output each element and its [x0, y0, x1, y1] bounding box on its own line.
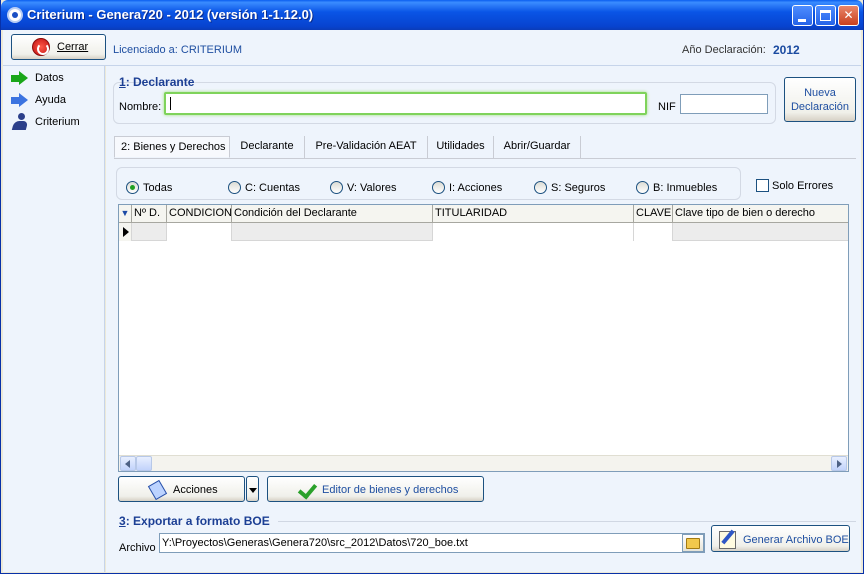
grid-cell[interactable] — [132, 223, 167, 241]
radio-dot — [228, 181, 241, 194]
editor-bienes-button[interactable]: Editor de bienes y derechos — [267, 476, 484, 502]
nombre-label: Nombre: — [119, 101, 162, 113]
top-strip: Cerrar Licenciado a: CRITERIUM Año Decla… — [3, 30, 861, 66]
column-header[interactable]: CONDICION — [167, 205, 232, 223]
close-window-button[interactable]: ✕ — [838, 5, 859, 26]
nombre-input[interactable] — [164, 92, 647, 115]
text-caret — [170, 97, 171, 110]
nueva-declaracion-button[interactable]: Nueva Declaración — [784, 77, 856, 122]
sidebar-item-label: Criterium — [35, 116, 80, 128]
main-panel: 1: Declarante Nombre: NIF Nueva Declarac… — [106, 66, 861, 572]
person-icon — [10, 113, 30, 131]
grid-cell[interactable] — [634, 223, 673, 241]
column-header[interactable]: Nº D. — [132, 205, 167, 223]
archivo-label: Archivo — [119, 542, 156, 554]
minimize-button[interactable] — [792, 5, 813, 26]
radio-dot — [126, 181, 139, 194]
tab-declarante[interactable]: Declarante — [230, 136, 305, 158]
scroll-left-button[interactable] — [120, 456, 136, 471]
acciones-button[interactable]: Acciones — [118, 476, 245, 502]
radio-dot — [330, 181, 343, 194]
nif-label: NIF — [658, 101, 676, 113]
sidebar-item-datos[interactable]: Datos — [9, 69, 105, 87]
export-divider — [278, 521, 856, 522]
cerrar-button[interactable]: Cerrar — [11, 34, 106, 60]
archivo-input[interactable]: Y:\Proyectos\Generas\Genera720\src_2012\… — [159, 533, 705, 553]
grid-cell[interactable] — [167, 223, 232, 241]
arrow-right-blue-icon — [11, 93, 28, 107]
tabs-divider — [114, 158, 856, 159]
scroll-thumb[interactable] — [136, 456, 152, 471]
radio-dot — [534, 181, 547, 194]
folder-icon — [686, 538, 700, 549]
sidebar-item-ayuda[interactable]: Ayuda — [9, 91, 105, 109]
maximize-icon — [820, 10, 831, 21]
column-header[interactable]: CLAVE — [634, 205, 673, 223]
row-indicator — [119, 223, 132, 241]
title-bar[interactable]: Criterium - Genera720 - 2012 (versión 1-… — [1, 0, 863, 30]
acciones-dropdown-button[interactable] — [246, 476, 259, 502]
browse-folder-button[interactable] — [682, 534, 704, 552]
export-section-title: 3: Exportar a formato BOE — [119, 514, 270, 528]
grid-header: ▼ Nº D. CONDICION Condición del Declaran… — [119, 205, 848, 223]
tab-bienes-y-derechos[interactable]: 2: Bienes y Derechos — [114, 136, 230, 158]
grid-cell[interactable] — [433, 223, 634, 241]
radio-dot — [432, 181, 445, 194]
column-header[interactable]: Condición del Declarante — [232, 205, 433, 223]
maximize-button[interactable] — [815, 5, 836, 26]
grid-cell[interactable] — [232, 223, 433, 241]
sidebar-item-criterium[interactable]: Criterium — [9, 113, 105, 131]
column-header[interactable]: TITULARIDAD — [433, 205, 634, 223]
document-icon — [149, 480, 166, 499]
grid-cell[interactable] — [673, 223, 848, 241]
checkbox-box — [756, 179, 769, 192]
nif-input[interactable] — [680, 94, 768, 114]
check-icon — [298, 481, 318, 499]
cerrar-label: Cerrar — [57, 41, 89, 53]
generar-archivo-boe-button[interactable]: Generar Archivo BOE — [711, 525, 850, 552]
bienes-grid[interactable]: ▼ Nº D. CONDICION Condición del Declaran… — [118, 204, 849, 472]
minimize-icon — [798, 19, 806, 22]
radio-dot — [636, 181, 649, 194]
arrow-right-green-icon — [11, 71, 28, 85]
horizontal-scrollbar[interactable] — [119, 455, 848, 471]
sidebar-item-label: Ayuda — [35, 94, 66, 106]
power-icon — [32, 38, 50, 56]
sidebar-item-label: Datos — [35, 72, 64, 84]
licensed-text: Licenciado a: CRITERIUM — [113, 44, 242, 56]
scroll-right-button[interactable] — [831, 456, 847, 471]
close-icon: ✕ — [843, 8, 854, 22]
sort-indicator-icon[interactable]: ▼ — [119, 205, 132, 223]
table-row[interactable] — [119, 223, 848, 241]
tab-pre-validacion[interactable]: Pre-Validación AEAT — [305, 136, 428, 158]
sidebar: Datos Ayuda Criterium — [3, 66, 105, 572]
year-label: Año Declaración: — [682, 44, 766, 56]
year-value: 2012 — [773, 43, 800, 57]
column-header[interactable]: Clave tipo de bien o derecho — [673, 205, 848, 223]
row-pointer-icon — [123, 227, 129, 237]
app-window: Criterium - Genera720 - 2012 (versión 1-… — [0, 0, 864, 574]
edit-document-icon — [718, 529, 738, 549]
app-icon[interactable] — [7, 7, 23, 23]
window-title: Criterium - Genera720 - 2012 (versión 1-… — [27, 7, 314, 22]
declarante-section-title: 1: Declarante — [119, 75, 195, 89]
tab-abrir-guardar[interactable]: Abrir/Guardar — [494, 136, 581, 158]
tab-utilidades[interactable]: Utilidades — [428, 136, 494, 158]
